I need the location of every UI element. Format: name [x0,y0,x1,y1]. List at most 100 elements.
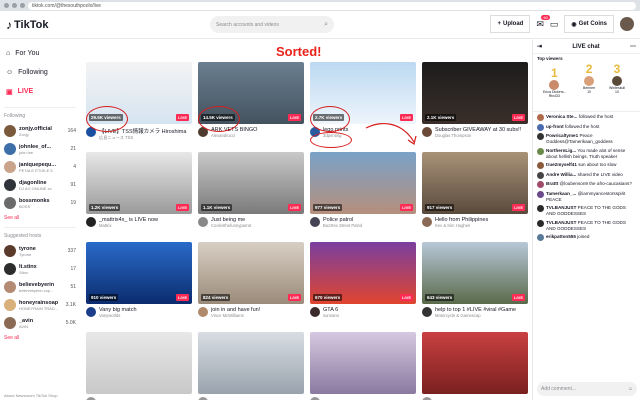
host-avatar[interactable] [198,307,208,317]
see-all-following[interactable]: See all [4,215,76,221]
chat-username[interactable]: Tamerkaan_... [546,191,576,196]
footer-links[interactable]: About Newsroom TikTok Shop [4,393,58,398]
live-card[interactable] [422,332,528,400]
live-thumbnail[interactable]: 2.1K viewers LIVE [422,62,528,124]
account-item[interactable]: djagonline DJ AG ONLINE xx 91 [4,176,76,194]
live-thumbnail[interactable] [310,332,416,394]
chat-username[interactable]: up-front [546,124,564,129]
collapse-chat-icon[interactable]: ⇥ [537,43,542,50]
host-avatar[interactable] [422,307,432,317]
chat-username[interactable]: Powricaltyme1 [546,133,578,138]
get-coins-button[interactable]: ◉ Get Coins [564,15,614,33]
host-name[interactable]: Vince McWilliams [211,313,303,318]
live-thumbnail[interactable]: 917 viewers LIVE [422,152,528,214]
host-name[interactable]: Mattrix [99,223,191,228]
live-thumbnail[interactable] [198,332,304,394]
live-card[interactable]: 670 viewers LIVE GTA 6 sunnami [310,242,416,328]
host-name[interactable]: sunnami [323,313,415,318]
live-thumbnail[interactable]: 1.1K viewers LIVE [198,152,304,214]
account-item[interactable]: lt.stinx Stinx 17 [4,260,76,278]
live-thumbnail[interactable]: 910 viewers LIVE [86,242,192,304]
live-card[interactable]: 29.5K viewers LIVE 【LIVE】TSS情報カメラ Hiroshim… [86,62,192,148]
browser-reload-icon[interactable] [20,3,25,8]
live-card[interactable] [86,332,192,400]
upload-button[interactable]: + Upload [490,15,531,33]
live-thumbnail[interactable] [86,332,192,394]
chat-username[interactable]: NorthernLig... [546,148,576,153]
live-thumbnail[interactable]: 1.2K viewers LIVE [86,152,192,214]
live-card[interactable]: 977 viewers LIVE Police patrol Buzztex Stre… [310,152,416,238]
host-avatar[interactable] [198,127,208,137]
account-item[interactable]: zonjy.official Zonjy 164 [4,122,76,140]
live-thumbnail[interactable]: 670 viewers LIVE [310,242,416,304]
chat-username[interactable]: Brattt [546,181,558,186]
browser-forward-icon[interactable] [12,3,17,8]
host-avatar[interactable] [198,217,208,227]
live-thumbnail[interactable]: 643 viewers LIVE [422,242,528,304]
chat-avatar[interactable] [537,123,544,131]
live-thumbnail[interactable]: 14.5K viewers LIVE [198,62,304,124]
live-card[interactable]: 14.5K viewers LIVE ARK VETS BINGO Alexandru… [198,62,304,148]
chat-username[interactable]: Andre Willia... [546,172,576,177]
live-card[interactable] [198,332,304,400]
host-name[interactable]: Buzztex Street Patrol [323,223,415,228]
chat-avatar[interactable] [537,133,544,140]
chat-username[interactable]: erikpatton555 [546,234,576,239]
host-name[interactable]: Alexandrucci [211,133,303,138]
chat-username[interactable]: true2myself41 [546,162,577,167]
live-card[interactable]: 2.7K viewers LIVE lego prints 3dprinting [310,62,416,148]
host-avatar[interactable] [422,127,432,137]
account-item[interactable]: tyrone Tyrone 337 [4,242,76,260]
account-item[interactable]: honeyrainsoap HONEYRAIN TRAD... 3.1K [4,296,76,314]
chat-avatar[interactable] [537,114,544,121]
host-avatar[interactable] [86,217,96,227]
live-thumbnail[interactable]: 29.5K viewers LIVE [86,62,192,124]
account-item[interactable]: believebyerin believebyerin cop... 51 [4,278,76,296]
chat-username[interactable]: TVLBANJUST [546,220,576,225]
chat-avatar[interactable] [537,234,544,241]
sidebar-item-for-you[interactable]: ⌂ For You [4,44,76,63]
live-title[interactable]: 【LIVE】TSS情報カメラ Hiroshima [99,127,191,135]
live-card[interactable]: 917 viewers LIVE Hello from Philippines Kev… [422,152,528,238]
search-icon[interactable]: ⌕ [324,21,328,29]
chat-avatar[interactable] [537,190,544,198]
host-avatar[interactable] [86,307,96,317]
account-item[interactable]: _avin AVIN 5.0K [4,314,76,332]
live-card[interactable] [310,332,416,400]
live-thumbnail[interactable] [422,332,528,394]
live-card[interactable]: 910 viewers LIVE Vany big match Vanyworlds [86,242,192,328]
live-thumbnail[interactable]: 824 viewers LIVE [198,242,304,304]
account-item[interactable]: bossmonks BOSS 19 [4,194,76,212]
profile-avatar[interactable] [620,17,634,31]
host-avatar[interactable] [86,127,96,137]
host-name[interactable]: Kev & Kim Hughes [435,223,527,228]
top-viewer[interactable]: 3 Whiteskull 10 [609,62,625,94]
chat-avatar[interactable] [537,219,544,227]
chat-avatar[interactable] [537,171,544,179]
live-card[interactable]: 643 viewers LIVE help to top 1 #LIVE #vira… [422,242,528,328]
emoji-icon[interactable]: ☺ [628,386,633,392]
top-viewer[interactable]: 2 Beirnee 10 [583,62,595,94]
live-card[interactable]: 1.2K viewers LIVE _mattrix4x_ is LIVE now M… [86,152,192,238]
host-avatar[interactable] [310,307,320,317]
inbox-icon[interactable]: ✉ 60 [536,14,550,30]
tiktok-logo[interactable]: ♪ TikTok [6,18,48,32]
account-item[interactable]: johnlee_of... john lee 21 [4,140,76,158]
search-input[interactable]: Search accounts and videos ⌕ [210,16,334,33]
host-name[interactable]: 3dprinting [323,133,415,138]
account-item[interactable]: janiquepequ... PETALE ETOILE 54 [4,158,76,176]
host-avatar[interactable] [310,217,320,227]
host-name[interactable]: 広島ニュース TSS [99,135,191,141]
comment-input[interactable]: Add comment... ☺ [537,382,637,396]
browser-back-icon[interactable] [4,3,9,8]
host-avatar[interactable] [310,127,320,137]
messages-icon[interactable]: ▭ [550,19,559,30]
host-name[interactable]: Vanyworlds [99,313,191,318]
top-viewer[interactable]: 1 Erica Dickers.. Rtx433 [543,66,566,98]
host-name[interactable]: Douglas Thompson [435,133,527,138]
chat-menu-icon[interactable]: ⋯ [630,43,636,50]
live-thumbnail[interactable]: 977 viewers LIVE [310,152,416,214]
chat-username[interactable]: TVLBANJUST [546,205,576,210]
chat-avatar[interactable] [537,205,544,212]
chat-username[interactable]: Veronica Ste... [546,114,577,119]
